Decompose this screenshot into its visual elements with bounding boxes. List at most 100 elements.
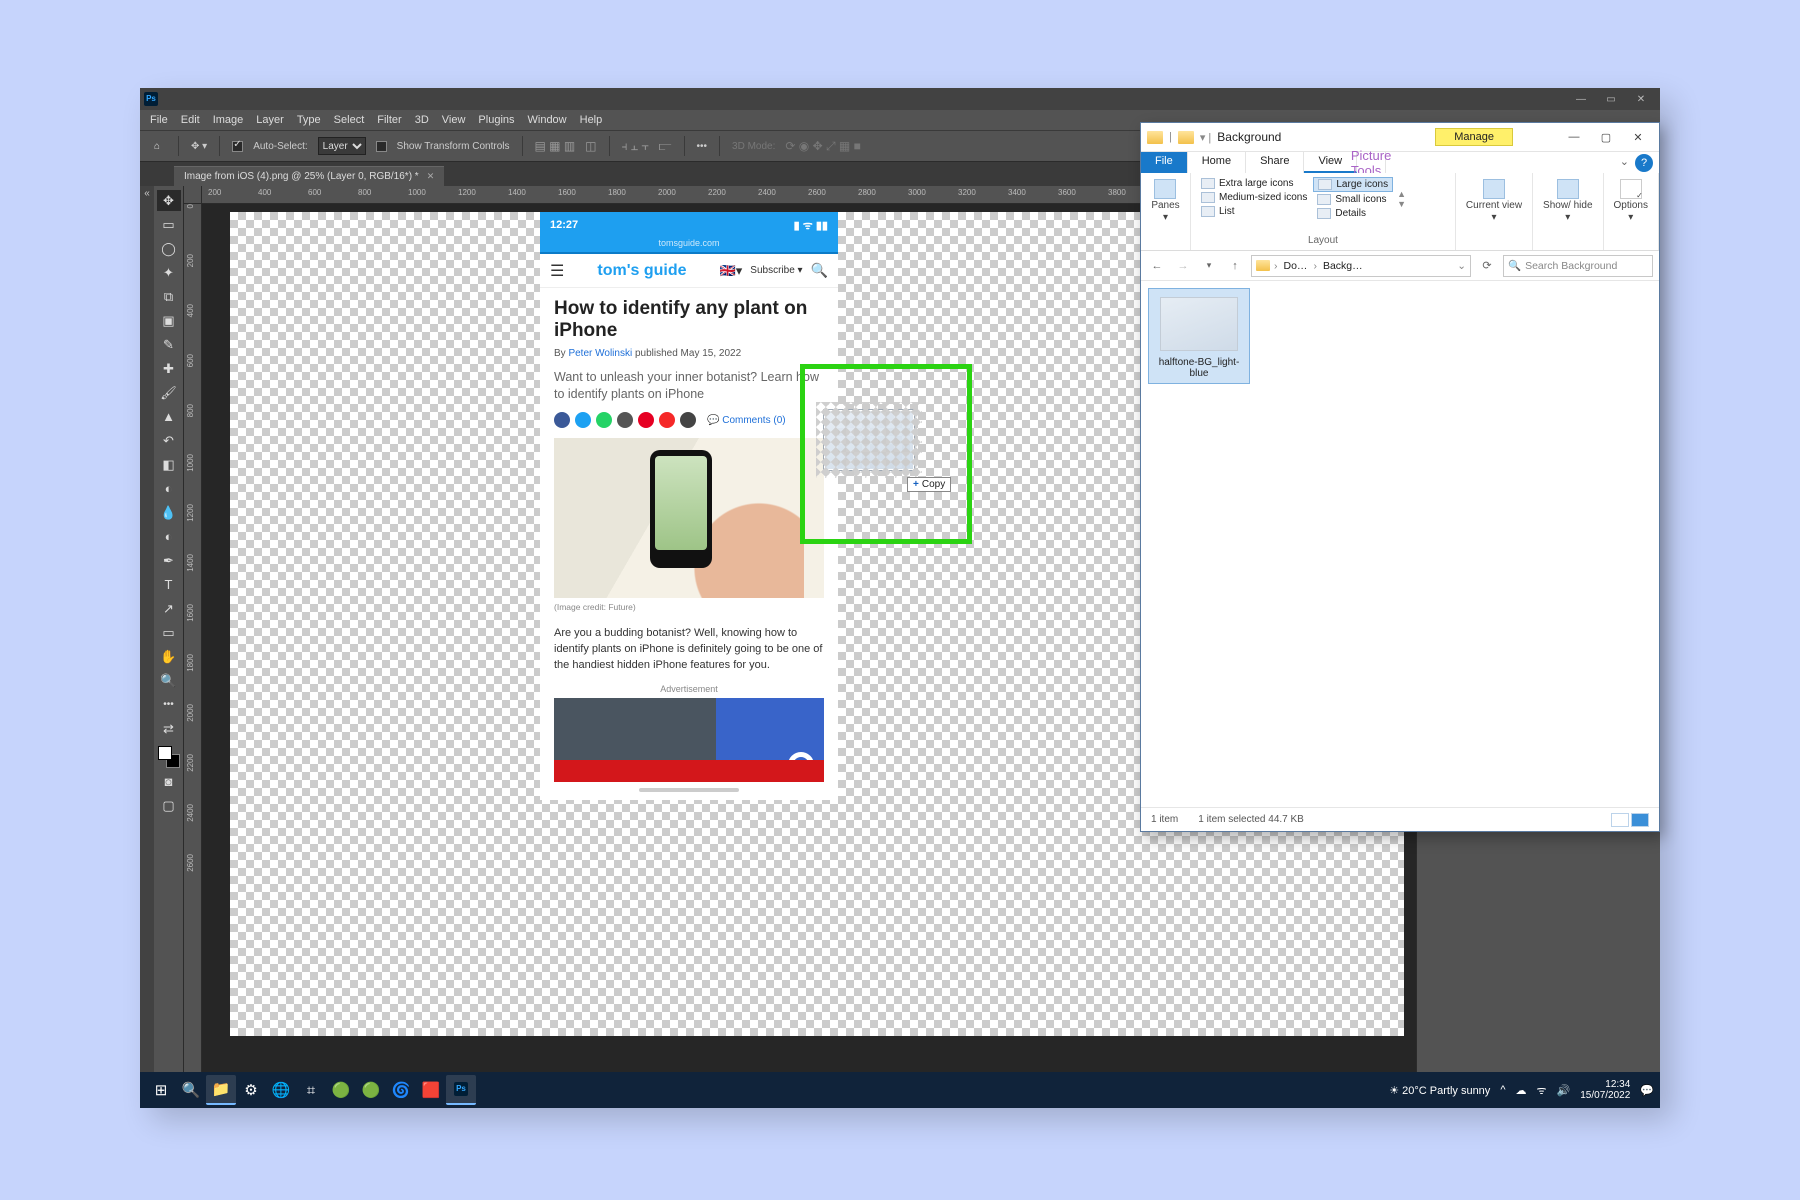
distribute-icons[interactable]: ⫞ ⫠ ⫟ ⫍ <box>622 139 672 154</box>
ad-banner[interactable] <box>554 698 824 760</box>
align-icons[interactable]: ▤ ▦ ▥ ◫ <box>535 139 597 153</box>
color-swatch[interactable] <box>158 746 180 768</box>
slack-taskbar-icon[interactable]: ⌗ <box>296 1075 326 1105</box>
refresh-icon[interactable]: ⟳ <box>1477 256 1497 276</box>
dodge-tool-icon[interactable]: ◐ <box>157 526 181 547</box>
menu-file[interactable]: File <box>150 114 168 126</box>
path-tool-icon[interactable]: ↗ <box>157 598 181 619</box>
shape-tool-icon[interactable]: ▭ <box>157 622 181 643</box>
show-hide-button[interactable]: Show/ hide▾ <box>1539 177 1596 225</box>
whatsapp-icon[interactable] <box>596 412 612 428</box>
wand-tool-icon[interactable]: ✦ <box>157 262 181 283</box>
reddit-icon[interactable] <box>617 412 633 428</box>
site-logo[interactable]: tom's guide <box>597 262 686 280</box>
edge-taskbar-icon[interactable]: 🌀 <box>386 1075 416 1105</box>
panes-button[interactable]: Panes▾ <box>1147 177 1183 225</box>
tab-file[interactable]: File <box>1141 152 1188 173</box>
thumbs-view-icon[interactable] <box>1631 813 1649 827</box>
facebook-icon[interactable] <box>554 412 570 428</box>
eraser-tool-icon[interactable]: ◧ <box>157 454 181 475</box>
manage-tab[interactable]: Manage <box>1435 128 1513 146</box>
explorer-taskbar-icon[interactable]: 📁 <box>206 1075 236 1105</box>
history-chevron-icon[interactable]: ▾ <box>1199 256 1219 276</box>
auto-select-checkbox[interactable] <box>232 141 243 152</box>
view-medium[interactable]: Medium-sized icons <box>1197 191 1311 204</box>
view-list[interactable]: List <box>1197 205 1311 218</box>
wifi-icon[interactable]: ᯤ <box>1536 1083 1546 1098</box>
evernote-taskbar-icon[interactable]: 🟢 <box>326 1075 356 1105</box>
stamp-tool-icon[interactable]: ▲ <box>157 406 181 427</box>
crop-tool-icon[interactable]: ⧉ <box>157 286 181 307</box>
explorer-window[interactable]: | ▾ | Background Manage — ▢ ✕ File Home … <box>1140 122 1660 832</box>
history-brush-icon[interactable]: ↶ <box>157 430 181 451</box>
auto-select-target[interactable]: Layer <box>318 137 366 155</box>
quickmask-icon[interactable]: ◙ <box>157 771 181 792</box>
app-taskbar-icon[interactable]: 🟥 <box>416 1075 446 1105</box>
tab-view[interactable]: View <box>1304 152 1357 173</box>
weather-widget[interactable]: ☀ 20°C Partly sunny <box>1389 1084 1490 1097</box>
start-icon[interactable]: ⊞ <box>146 1075 176 1105</box>
hand-tool-icon[interactable]: ✋ <box>157 646 181 667</box>
breadcrumb[interactable]: Backg… <box>1321 260 1365 272</box>
twitter-icon[interactable] <box>575 412 591 428</box>
type-tool-icon[interactable]: T <box>157 574 181 595</box>
author-link[interactable]: Peter Wolinski <box>568 348 632 359</box>
flag-icon[interactable]: 🇬🇧▾ <box>720 263 743 279</box>
email-icon[interactable] <box>680 412 696 428</box>
up-button[interactable]: ↑ <box>1225 256 1245 276</box>
current-view-button[interactable]: Current view▾ <box>1462 177 1526 225</box>
minimize-button[interactable]: — <box>1566 91 1596 107</box>
close-tab-icon[interactable]: ✕ <box>427 171 435 182</box>
ruler-vertical[interactable]: 0200400600800100012001400160018002000220… <box>184 204 202 1090</box>
view-details[interactable]: Details <box>1313 207 1393 220</box>
menu-help[interactable]: Help <box>580 114 603 126</box>
file-tile[interactable]: halftone-BG_light-blue <box>1149 289 1249 383</box>
folder-icon[interactable] <box>1178 131 1194 144</box>
ex-maximize-button[interactable]: ▢ <box>1591 127 1621 147</box>
details-view-icon[interactable] <box>1611 813 1629 827</box>
maximize-button[interactable]: ▭ <box>1596 91 1626 107</box>
ex-minimize-button[interactable]: — <box>1559 127 1589 147</box>
settings-taskbar-icon[interactable]: ⚙ <box>236 1075 266 1105</box>
options-button[interactable]: ✓Options▾ <box>1610 177 1652 225</box>
lasso-tool-icon[interactable]: ◯ <box>157 238 181 259</box>
explorer-titlebar[interactable]: | ▾ | Background Manage — ▢ ✕ <box>1141 123 1659 151</box>
help-icon[interactable]: ? <box>1635 154 1653 172</box>
pen-tool-icon[interactable]: ✒ <box>157 550 181 571</box>
ex-close-button[interactable]: ✕ <box>1623 127 1653 147</box>
menu-type[interactable]: Type <box>297 114 321 126</box>
menu-plugins[interactable]: Plugins <box>478 114 514 126</box>
back-button[interactable]: ← <box>1147 256 1167 276</box>
tab-share[interactable]: Share <box>1246 152 1304 173</box>
menu-edit[interactable]: Edit <box>181 114 200 126</box>
menu-window[interactable]: Window <box>528 114 567 126</box>
home-icon[interactable]: ⌂ <box>148 137 166 155</box>
tab-home[interactable]: Home <box>1188 152 1246 173</box>
subscribe-button[interactable]: Subscribe ▾ <box>750 265 802 276</box>
flipboard-icon[interactable] <box>659 412 675 428</box>
edit-toolbar-icon[interactable]: ⇄ <box>157 718 181 739</box>
hamburger-icon[interactable]: ☰ <box>550 261 564 281</box>
taskbar-clock[interactable]: 12:3415/07/2022 <box>1580 1079 1630 1101</box>
document-tab[interactable]: Image from iOS (4).png @ 25% (Layer 0, R… <box>174 166 444 186</box>
heal-tool-icon[interactable]: ✚ <box>157 358 181 379</box>
view-extra-large[interactable]: Extra large icons <box>1197 177 1311 190</box>
explorer-search[interactable]: 🔍 Search Background <box>1503 255 1653 277</box>
breadcrumb[interactable]: Do… <box>1282 260 1310 272</box>
menu-view[interactable]: View <box>442 114 466 126</box>
address-bar[interactable]: › Do… › Backg… ⌄ <box>1251 255 1471 277</box>
zoom-tool-icon[interactable]: 🔍 <box>157 670 181 691</box>
tray-chevron-icon[interactable]: ^ <box>1500 1084 1505 1096</box>
menu-select[interactable]: Select <box>334 114 365 126</box>
close-button[interactable]: ✕ <box>1626 91 1656 107</box>
spotify-taskbar-icon[interactable]: 🟢 <box>356 1075 386 1105</box>
taskbar-search-icon[interactable]: 🔍 <box>176 1075 206 1105</box>
view-large[interactable]: Large icons <box>1313 177 1393 192</box>
notifications-icon[interactable]: 💬 <box>1640 1084 1654 1097</box>
screenmode-icon[interactable]: ▢ <box>157 795 181 816</box>
search-icon[interactable]: 🔍 <box>811 262 828 279</box>
pinterest-icon[interactable] <box>638 412 654 428</box>
menu-3d[interactable]: 3D <box>415 114 429 126</box>
collapse-icon[interactable]: « <box>140 186 154 199</box>
transform-checkbox[interactable] <box>376 141 387 152</box>
